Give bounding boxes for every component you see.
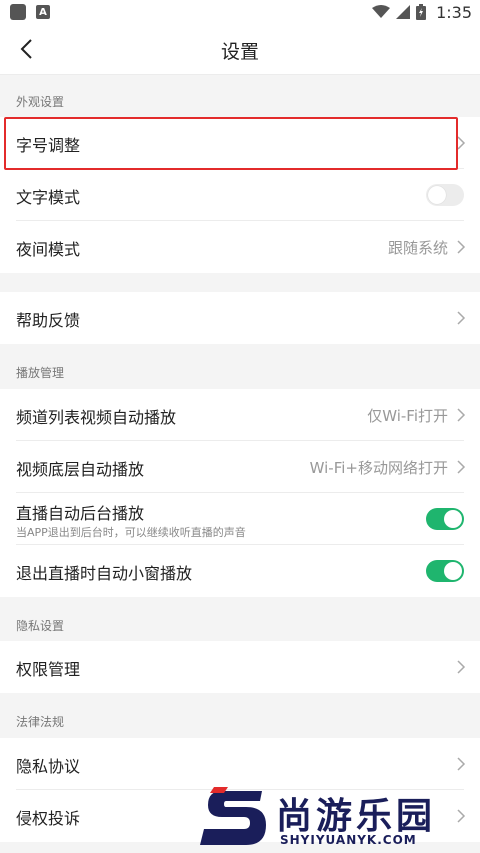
chevron-right-icon xyxy=(457,408,466,422)
section-header-privacy: 隐私设置 xyxy=(16,619,65,633)
help-feedback-label: 帮助反馈 xyxy=(16,311,81,330)
night-mode-label: 夜间模式 xyxy=(16,240,81,259)
privacy-group: 权限管理 xyxy=(0,641,480,693)
watermark-url: SHYIYUANYK.COM xyxy=(280,833,417,847)
wifi-icon xyxy=(372,5,391,18)
text-mode-row: 文字模式 xyxy=(0,169,480,221)
chevron-right-icon xyxy=(457,136,466,150)
channel-autoplay-label: 频道列表视频自动播放 xyxy=(16,408,177,427)
privacy-policy-label: 隐私协议 xyxy=(16,757,81,776)
section-header-legal: 法律法规 xyxy=(16,715,65,729)
section-header-appearance: 外观设置 xyxy=(16,95,65,109)
feedback-group: 帮助反馈 xyxy=(0,292,480,344)
infringement-label: 侵权投诉 xyxy=(16,809,81,828)
toggle-knob xyxy=(444,562,462,580)
live-background-description: 当APP退出到后台时，可以继续收听直播的声音 xyxy=(16,526,246,539)
bottom-autoplay-label: 视频底层自动播放 xyxy=(16,460,145,479)
live-miniwindow-row: 退出直播时自动小窗播放 xyxy=(0,545,480,597)
bottom-autoplay-row[interactable]: 视频底层自动播放 Wi-Fi+移动网络打开 xyxy=(0,441,480,493)
page-title: 设置 xyxy=(220,41,259,63)
font-size-row[interactable]: 字号调整 xyxy=(0,117,480,169)
text-mode-toggle[interactable] xyxy=(426,184,464,206)
text-mode-label: 文字模式 xyxy=(16,188,81,207)
live-background-label: 直播自动后台播放 xyxy=(16,504,145,523)
battery-icon xyxy=(416,4,427,20)
channel-autoplay-row[interactable]: 频道列表视频自动播放 仅Wi-Fi打开 xyxy=(0,389,480,441)
nav-bar: 设置 xyxy=(0,24,480,75)
app-icon xyxy=(10,4,26,20)
live-background-toggle[interactable] xyxy=(426,508,464,530)
live-miniwindow-toggle[interactable] xyxy=(426,560,464,582)
status-time: 1:35 xyxy=(436,2,472,22)
status-bar: A 1:35 xyxy=(0,0,480,24)
bottom-autoplay-value: Wi-Fi+移动网络打开 xyxy=(309,459,448,477)
night-mode-row[interactable]: 夜间模式 跟随系统 xyxy=(0,221,480,273)
chevron-right-icon xyxy=(457,757,466,771)
section-header-playback: 播放管理 xyxy=(16,366,65,380)
permissions-row[interactable]: 权限管理 xyxy=(0,641,480,693)
channel-autoplay-value: 仅Wi-Fi打开 xyxy=(367,407,448,425)
chevron-right-icon xyxy=(457,240,466,254)
chevron-right-icon xyxy=(457,660,466,674)
night-mode-value: 跟随系统 xyxy=(387,239,448,257)
signal-icon xyxy=(396,5,411,19)
watermark-logo-icon xyxy=(200,787,266,845)
appearance-group: 字号调整 文字模式 夜间模式 跟随系统 xyxy=(0,117,480,273)
chevron-right-icon xyxy=(457,460,466,474)
watermark-text: 尚游乐园 xyxy=(276,796,437,837)
permissions-label: 权限管理 xyxy=(16,660,81,679)
toggle-knob xyxy=(444,510,462,528)
font-size-label: 字号调整 xyxy=(16,136,81,155)
playback-group: 频道列表视频自动播放 仅Wi-Fi打开 视频底层自动播放 Wi-Fi+移动网络打… xyxy=(0,389,480,597)
chevron-right-icon xyxy=(457,311,466,325)
watermark: 尚游乐园 SHYIYUANYK.COM xyxy=(200,783,480,853)
live-miniwindow-label: 退出直播时自动小窗播放 xyxy=(16,564,193,583)
live-background-row: 直播自动后台播放 当APP退出到后台时，可以继续收听直播的声音 xyxy=(0,493,480,545)
toggle-knob xyxy=(428,186,446,204)
help-feedback-row[interactable]: 帮助反馈 xyxy=(0,292,480,344)
a-badge-icon: A xyxy=(36,5,50,19)
